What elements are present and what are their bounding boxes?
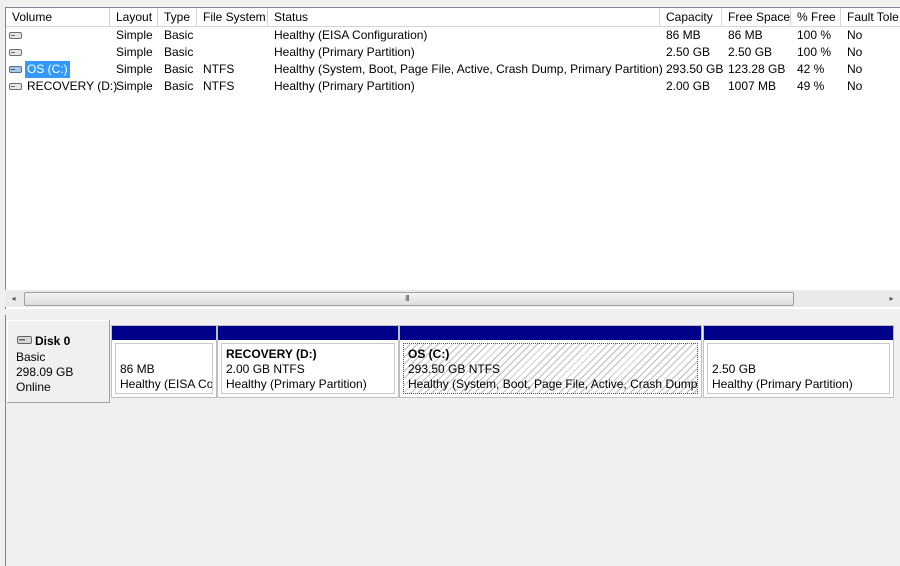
column-header-layout[interactable]: Layout	[110, 8, 158, 26]
column-header-free-space[interactable]: Free Space	[722, 8, 791, 26]
volume-row[interactable]: Simple Basic Healthy (Primary Partition)…	[6, 44, 900, 61]
volume-status: Healthy (Primary Partition)	[274, 79, 415, 93]
disk-size: 298.09 GB	[16, 365, 74, 379]
column-header-percent-free[interactable]: % Free	[791, 8, 841, 26]
volume-percent-free: 100 %	[797, 28, 832, 42]
partition-status: Healthy (Primary Partition)	[712, 377, 853, 391]
volume-type: Basic	[164, 28, 194, 42]
disk-info-panel[interactable]: Disk 0 Basic 298.09 GB Online	[7, 320, 110, 403]
partition-header-bar	[112, 326, 216, 340]
partition-primary-2-50gb[interactable]: 2.50 GB Healthy (Primary Partition)	[703, 325, 894, 398]
partition-status: Healthy (Primary Partition)	[226, 377, 367, 391]
volume-name	[25, 27, 29, 44]
volume-type: Basic	[164, 62, 194, 76]
partition-size: 86 MB	[120, 362, 155, 376]
partition-body-selected: OS (C:) 293.50 GB NTFS Healthy (System, …	[403, 343, 698, 394]
scroll-left-arrow-icon[interactable]: ◂	[5, 290, 22, 307]
volume-file-system: NTFS	[203, 62, 235, 76]
volume-free-space: 1007 MB	[728, 79, 777, 93]
drive-icon	[9, 32, 22, 39]
volume-capacity: 293.50 GB	[666, 62, 724, 76]
partition-body: 2.50 GB Healthy (Primary Partition)	[707, 343, 890, 394]
partition-size: 2.00 GB NTFS	[226, 362, 305, 376]
partition-status: Healthy (System, Boot, Page File, Active…	[408, 377, 698, 391]
volume-name: OS (C:)	[25, 61, 70, 78]
drive-icon	[9, 49, 22, 56]
partition-header-bar	[400, 326, 701, 340]
partition-eisa[interactable]: 86 MB Healthy (EISA Configuration)	[111, 325, 217, 398]
volume-layout: Simple	[116, 28, 153, 42]
partition-title: OS (C:)	[408, 347, 450, 361]
disk-name: Disk 0	[35, 334, 71, 348]
disk-status: Online	[16, 380, 51, 394]
system-drive-icon	[9, 66, 22, 73]
volume-fault-tolerance: No	[847, 45, 863, 59]
drive-icon	[9, 83, 22, 90]
column-header-volume[interactable]: Volume	[6, 8, 110, 26]
volume-capacity: 2.00 GB	[666, 79, 711, 93]
partition-os[interactable]: OS (C:) 293.50 GB NTFS Healthy (System, …	[399, 325, 702, 398]
volume-list[interactable]: Volume Layout Type File System Status Ca…	[5, 7, 900, 310]
column-header-capacity[interactable]: Capacity	[660, 8, 722, 26]
disk-map-pane: Disk 0 Basic 298.09 GB Online 86 MB Heal…	[5, 315, 900, 566]
partition-body: 86 MB Healthy (EISA Configuration)	[115, 343, 213, 394]
horizontal-scrollbar[interactable]: ◂ III ▸	[5, 290, 900, 307]
partition-header-bar	[218, 326, 398, 340]
volume-layout: Simple	[116, 45, 153, 59]
volume-capacity: 86 MB	[666, 28, 701, 42]
partition-size: 2.50 GB	[712, 362, 757, 376]
disk-icon	[17, 336, 32, 344]
volume-file-system: NTFS	[203, 79, 235, 93]
volume-free-space: 86 MB	[728, 28, 763, 42]
volume-free-space: 2.50 GB	[728, 45, 773, 59]
volume-name	[25, 44, 29, 61]
volume-percent-free: 49 %	[797, 79, 825, 93]
volume-layout: Simple	[116, 62, 153, 76]
column-header-type[interactable]: Type	[158, 8, 197, 26]
partition-body: RECOVERY (D:) 2.00 GB NTFS Healthy (Prim…	[221, 343, 395, 394]
volume-fault-tolerance: No	[847, 79, 863, 93]
volume-free-space: 123.28 GB	[728, 62, 786, 76]
scroll-right-arrow-icon[interactable]: ▸	[883, 290, 900, 307]
volume-percent-free: 42 %	[797, 62, 825, 76]
volume-percent-free: 100 %	[797, 45, 832, 59]
volume-layout: Simple	[116, 79, 153, 93]
scrollbar-grip-icon: III	[405, 294, 410, 303]
volume-row-selected[interactable]: OS (C:) Simple Basic NTFS Healthy (Syste…	[6, 61, 900, 78]
volume-type: Basic	[164, 79, 194, 93]
column-header-row: Volume Layout Type File System Status Ca…	[6, 8, 900, 27]
volume-fault-tolerance: No	[847, 62, 863, 76]
volume-name: RECOVERY (D:)	[27, 79, 118, 93]
partition-size: 293.50 GB NTFS	[408, 362, 501, 376]
partition-status: Healthy (EISA Configuration)	[120, 377, 213, 391]
column-header-fault-tolerance[interactable]: Fault Tole	[841, 8, 900, 26]
partition-title: RECOVERY (D:)	[226, 347, 317, 361]
volume-status: Healthy (EISA Configuration)	[274, 28, 428, 42]
scrollbar-thumb[interactable]: III	[24, 292, 794, 306]
column-header-file-system[interactable]: File System	[197, 8, 268, 26]
volume-capacity: 2.50 GB	[666, 45, 711, 59]
volume-type: Basic	[164, 45, 194, 59]
disk-type: Basic	[16, 350, 46, 364]
volume-status: Healthy (System, Boot, Page File, Active…	[274, 62, 663, 76]
column-header-status[interactable]: Status	[268, 8, 660, 26]
partition-recovery[interactable]: RECOVERY (D:) 2.00 GB NTFS Healthy (Prim…	[217, 325, 399, 398]
volume-fault-tolerance: No	[847, 28, 863, 42]
volume-row[interactable]: RECOVERY (D:) Simple Basic NTFS Healthy …	[6, 78, 900, 95]
partition-header-bar	[704, 326, 893, 340]
volume-status: Healthy (Primary Partition)	[274, 45, 415, 59]
volume-row[interactable]: Simple Basic Healthy (EISA Configuration…	[6, 27, 900, 44]
